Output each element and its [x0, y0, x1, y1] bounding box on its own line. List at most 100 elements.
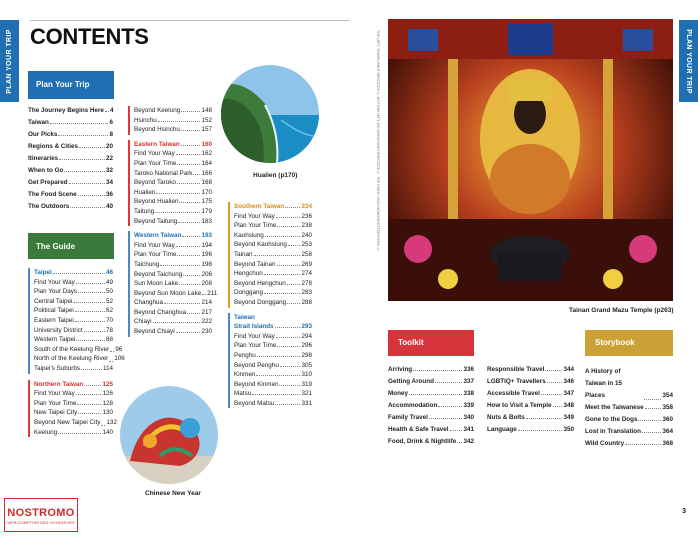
dot-leader — [434, 382, 463, 383]
toc-entry-label: Strait Islands — [234, 323, 274, 331]
dot-leader — [525, 418, 563, 419]
dot-leader — [59, 159, 105, 160]
dot-leader — [287, 245, 301, 247]
dot-leader — [517, 430, 563, 431]
dot-leader — [256, 375, 301, 377]
toc-entry-label: Hualien — [134, 188, 156, 196]
toc-entry-label: How to Visit a Temple — [487, 402, 552, 409]
toc-entry-label: Taipei's Suburbs — [34, 364, 81, 372]
toc-entry-label: Tainan — [234, 250, 253, 258]
toc-entry-page: 208 — [201, 280, 212, 288]
toc-entry-page: 288 — [301, 298, 312, 306]
toolkit-list-2: Responsible Travel 344 LGBTIQ+ Travellers 3… — [487, 364, 574, 436]
toc-entry-label: Regions & Cities — [28, 143, 79, 150]
region-heading: Strait Islands 293 — [234, 322, 312, 332]
toc-entry-page: 88 — [105, 336, 113, 344]
toc-entry-label: Getting Around — [388, 378, 434, 385]
toc-entry-page: 294 — [301, 332, 312, 340]
guide-col1: Taipei 46 Find Your Way 49 Plan Your Days 50 C… — [28, 268, 125, 438]
toc-entry-label: Food, Drink & Nightlife — [388, 438, 457, 445]
region-heading: Northern Taiwan 125 — [34, 380, 113, 390]
toc-entry-label: Northern Taiwan — [34, 380, 84, 388]
dot-leader — [179, 202, 201, 204]
toc-entry-label: Beyond Donggang — [234, 298, 287, 306]
dot-leader — [275, 336, 301, 338]
toc-entry-page: 6 — [109, 119, 113, 126]
toc-entry: Accommodation 339 — [388, 400, 474, 412]
toc-entry-label: Beyond Taitung — [134, 217, 178, 225]
guide-col3: Southern Taiwan 234 Find Your Way 236 Plan Y… — [228, 202, 312, 409]
dot-leader — [176, 183, 201, 185]
logo-name: NOSTROMO — [7, 507, 75, 519]
toc-entry-page: 278 — [301, 279, 312, 287]
toc-entry-page: 321 — [301, 390, 312, 398]
toc-entry-page: 240 — [301, 231, 312, 239]
toc-entry-label: Accommodation — [388, 402, 438, 409]
toc-entry: New Taipei City 130 — [34, 408, 113, 418]
dot-leader — [182, 236, 201, 238]
toc-entry-label: Beyond Hualien — [134, 198, 179, 206]
hualien-photo — [221, 65, 319, 163]
toc-entry-label: Plan Your Time — [234, 222, 277, 230]
toc-entry-label: New Taipei City — [34, 409, 78, 417]
dot-leader — [286, 283, 301, 285]
toc-entry-label: Plan Your Time — [134, 159, 177, 167]
section-header-storybook: Storybook — [585, 330, 673, 356]
toc-entry: Sun Moon Lake 208 — [134, 279, 212, 289]
dot-leader — [76, 340, 105, 342]
toc-entry-label: Beyond Taroko — [134, 179, 176, 187]
dot-leader — [274, 327, 301, 329]
toc-entry: Changhua 214 — [134, 298, 212, 308]
nostromo-logo: NOSTROMO WEB COMPTOIR DES VOYAGEURS — [4, 498, 78, 532]
dot-leader — [64, 171, 105, 172]
dot-leader — [285, 207, 301, 208]
toc-entry-page: 293 — [301, 323, 312, 331]
toc-entry-page: 338 — [463, 390, 474, 397]
toc-entry-page: 206 — [201, 270, 212, 278]
toc-entry-page: 114 — [102, 364, 113, 372]
logo-tagline: WEB COMPTOIR DES VOYAGEURS — [7, 520, 75, 525]
toc-entry-label: Taiwan — [28, 119, 49, 126]
toc-entry: Beyond Keelung 148 — [134, 106, 212, 116]
toc-entry-page: 130 — [102, 409, 113, 417]
toc-entry: Beyond Hualien 175 — [134, 197, 212, 207]
toc-entry: When to Go 32 — [28, 165, 113, 177]
toc-entry-label: Gone to the Dogs — [585, 416, 638, 423]
toc-entry-label: Nuts & Bolts — [487, 414, 525, 421]
caption-hualien: Hualien (p170) — [253, 172, 298, 179]
toc-entry-page: 336 — [463, 366, 474, 373]
section-header-the-guide: The Guide — [28, 233, 114, 259]
toc-entry-label: Eastern Taipei — [34, 316, 74, 324]
toc-entry-page: 162 — [201, 150, 212, 158]
toc-entry: Nuts & Bolts 349 — [487, 412, 574, 424]
dot-leader — [160, 264, 201, 266]
toc-entry: Penghu 298 — [234, 351, 312, 361]
toc-entry-label: Western Taiwan — [134, 232, 182, 240]
toc-entry: Wild Country 368 — [585, 438, 673, 450]
dot-leader — [49, 123, 109, 124]
region-eastern-taiwan: Eastern Taiwan 160 Find Your Way 162 Plan Yo… — [128, 139, 212, 227]
toc-entry-label: Penghu — [234, 351, 256, 359]
toc-entry-page: 49 — [105, 278, 113, 286]
toc-entry-page: 310 — [301, 371, 312, 379]
toc-entry-page: 166 — [201, 169, 212, 177]
toc-entry: Matsu 321 — [234, 389, 312, 399]
toc-entry-page: 160 — [201, 140, 212, 148]
toc-entry-label: Beyond Hsinchu — [134, 126, 180, 134]
toc-entry-label: Plan Your Days — [34, 288, 78, 296]
toc-entry: Find Your Way 236 — [234, 212, 312, 222]
toc-entry-page: 70 — [105, 316, 113, 324]
toc-entry-page: 214 — [201, 299, 212, 307]
toc-entry: Plan Your Time 128 — [34, 399, 113, 409]
toc-entry: How to Visit a Temple 348 — [487, 400, 574, 412]
dot-leader — [156, 192, 201, 194]
dot-leader — [177, 255, 201, 257]
toc-entry-label: Political Taipei — [34, 307, 74, 315]
toc-entry-page: 106 — [114, 355, 125, 363]
toc-entry-page: 36 — [105, 191, 113, 198]
dot-leader — [84, 384, 102, 386]
toc-entry-page: 269 — [301, 260, 312, 268]
dot-leader — [546, 382, 563, 383]
toc-entry-page: 175 — [201, 198, 212, 206]
toc-entry-page: 349 — [563, 414, 574, 421]
